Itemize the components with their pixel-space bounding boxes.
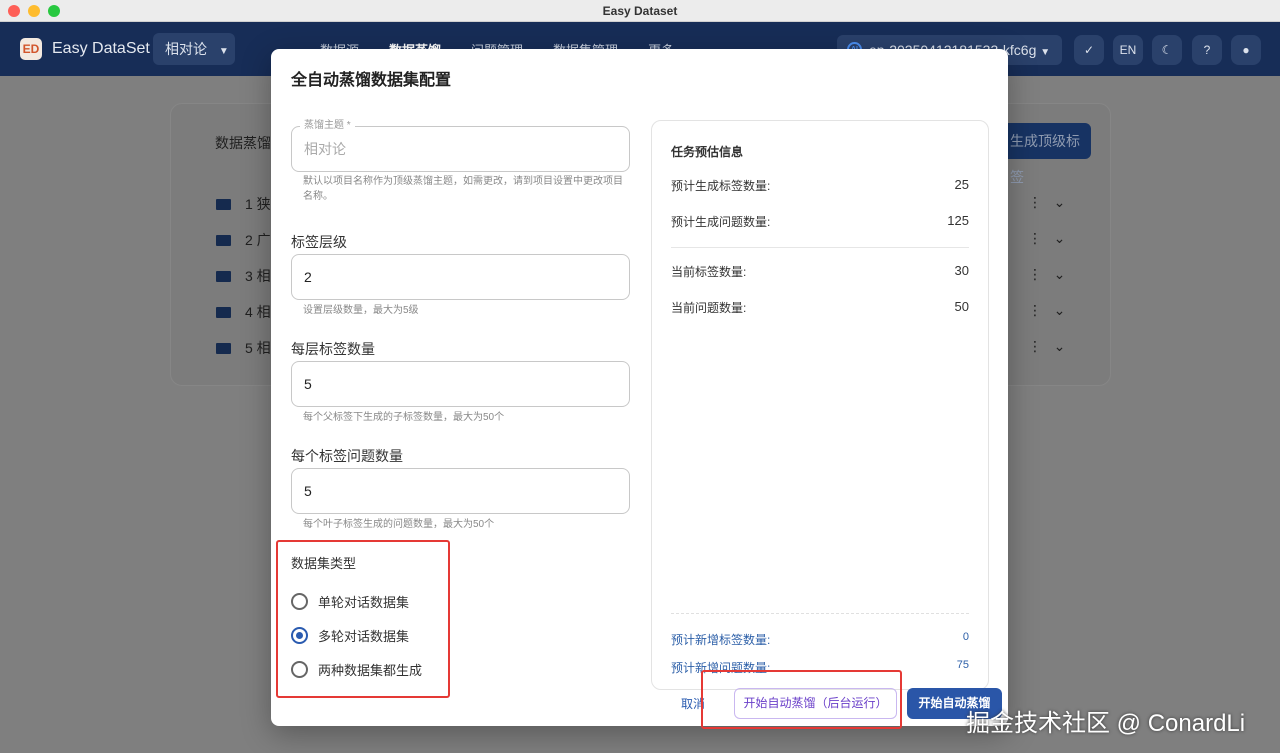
watermark: 掘金技术社区 @ ConardLi bbox=[966, 710, 1246, 737]
row-actions[interactable]: ⋮ ⌄ bbox=[1028, 194, 1065, 211]
cur-tags-label: 当前标签数量: bbox=[671, 265, 747, 279]
theme-toggle-button[interactable]: ☾ bbox=[1152, 35, 1182, 65]
tags-per-level-input[interactable]: 5 bbox=[291, 361, 630, 407]
minimize-window-button[interactable] bbox=[28, 5, 40, 17]
github-icon: ● bbox=[1242, 43, 1250, 57]
project-name: 相对论 bbox=[165, 41, 207, 57]
language-button[interactable]: EN bbox=[1113, 35, 1143, 65]
folder-icon bbox=[216, 234, 231, 246]
levels-label: 标签层级 bbox=[291, 234, 347, 250]
zoom-window-button[interactable] bbox=[48, 5, 60, 17]
help-button[interactable]: ? bbox=[1192, 35, 1222, 65]
levels-input[interactable]: 2 bbox=[291, 254, 630, 300]
new-tags-label: 预计新增标签数量: bbox=[671, 633, 771, 647]
folder-icon bbox=[216, 198, 231, 210]
questions-per-tag-help: 每个叶子标签生成的问题数量，最大为50个 bbox=[303, 519, 495, 530]
questions-per-tag-input[interactable]: 5 bbox=[291, 468, 630, 514]
est-tags-label: 预计生成标签数量: bbox=[671, 179, 771, 193]
cur-questions-value: 50 bbox=[954, 299, 969, 314]
task-check-button[interactable]: ✓ bbox=[1074, 35, 1104, 65]
github-button[interactable]: ● bbox=[1231, 35, 1261, 65]
row-actions[interactable]: ⋮ ⌄ bbox=[1028, 302, 1065, 319]
cur-questions-row: 当前问题数量: 50 bbox=[671, 299, 969, 316]
questions-per-tag-label: 每个标签问题数量 bbox=[291, 448, 403, 464]
dialog-title: 全自动蒸馏数据集配置 bbox=[291, 72, 452, 89]
caret-down-icon: ▼ bbox=[218, 46, 229, 57]
help-icon: ? bbox=[1203, 43, 1211, 57]
folder-icon bbox=[216, 342, 231, 354]
project-selector[interactable]: 相对论 ▼ bbox=[153, 33, 235, 65]
levels-help: 设置层级数量，最大为5级 bbox=[303, 305, 419, 316]
window-titlebar: Easy Dataset bbox=[0, 0, 1280, 22]
cur-questions-label: 当前问题数量: bbox=[671, 301, 747, 315]
new-tags-value: 0 bbox=[962, 631, 969, 643]
language-label: EN bbox=[1119, 43, 1137, 57]
tags-per-level-help: 每个父标签下生成的子标签数量，最大为50个 bbox=[303, 412, 505, 423]
est-questions-value: 125 bbox=[947, 213, 969, 228]
topic-value: 相对论 bbox=[304, 141, 346, 157]
folder-icon bbox=[216, 306, 231, 318]
estimate-title: 任务预估信息 bbox=[671, 145, 744, 159]
row-actions[interactable]: ⋮ ⌄ bbox=[1028, 266, 1065, 283]
tags-per-level-label: 每层标签数量 bbox=[291, 341, 375, 357]
cur-tags-row: 当前标签数量: 30 bbox=[671, 263, 969, 280]
moon-icon: ☾ bbox=[1161, 43, 1173, 57]
highlight-box bbox=[276, 540, 450, 698]
new-questions-value: 75 bbox=[956, 659, 969, 671]
divider bbox=[671, 613, 969, 614]
topic-label: 蒸馏主题 * bbox=[300, 119, 355, 133]
window-title: Easy Dataset bbox=[602, 4, 678, 18]
close-window-button[interactable] bbox=[8, 5, 20, 17]
topic-input[interactable]: 蒸馏主题 * 相对论 bbox=[291, 119, 630, 172]
brand-name: Easy DataSet bbox=[52, 40, 150, 57]
check-circle-icon: ✓ bbox=[1083, 43, 1095, 57]
est-questions-label: 预计生成问题数量: bbox=[671, 215, 771, 229]
topic-help: 默认以项目名称作为顶级蒸馏主题，如需更改，请到项目设置中更改项目名称。 bbox=[303, 176, 623, 202]
highlight-box bbox=[701, 670, 902, 729]
est-tags-value: 25 bbox=[954, 177, 969, 192]
caret-down-icon: ▼ bbox=[1040, 47, 1051, 58]
row-actions[interactable]: ⋮ ⌄ bbox=[1028, 338, 1065, 355]
divider bbox=[671, 247, 969, 248]
app-logo: ED bbox=[20, 38, 42, 60]
est-tags-row: 预计生成标签数量: 25 bbox=[671, 177, 969, 194]
cur-tags-value: 30 bbox=[954, 263, 969, 278]
row-actions[interactable]: ⋮ ⌄ bbox=[1028, 230, 1065, 247]
distill-title: 数据蒸馏 bbox=[215, 135, 271, 151]
task-estimate-panel: 任务预估信息 预计生成标签数量: 25 预计生成问题数量: 125 当前标签数量: 3… bbox=[651, 120, 989, 690]
est-questions-row: 预计生成问题数量: 125 bbox=[671, 213, 969, 230]
folder-icon bbox=[216, 270, 231, 282]
new-tags-row: 预计新增标签数量: 0 bbox=[671, 631, 969, 648]
